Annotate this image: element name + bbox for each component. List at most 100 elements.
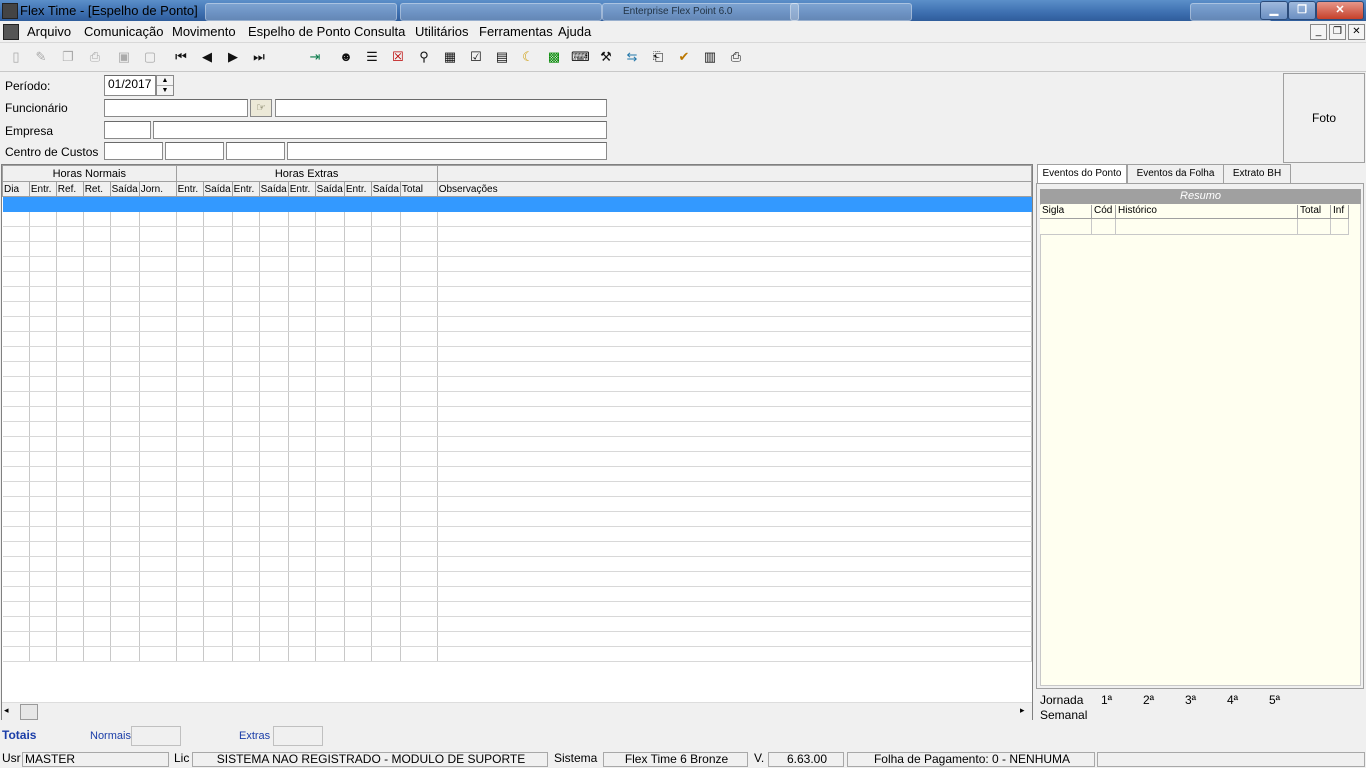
table-cell[interactable] [344, 541, 372, 557]
table-cell[interactable] [29, 646, 57, 662]
table-cell[interactable] [315, 316, 345, 332]
table-cell[interactable] [288, 421, 316, 437]
table-cell[interactable] [259, 451, 289, 467]
table-cell[interactable] [110, 601, 140, 617]
table-cell[interactable] [344, 451, 372, 467]
table-cell[interactable] [110, 376, 140, 392]
table-cell[interactable] [400, 376, 438, 392]
table-row[interactable] [2, 586, 1032, 602]
table-cell[interactable] [83, 556, 111, 572]
table-cell[interactable] [400, 406, 438, 422]
table-cell[interactable] [371, 346, 401, 362]
table-cell[interactable] [139, 286, 177, 302]
table-cell[interactable] [288, 616, 316, 632]
table-cell[interactable] [288, 331, 316, 347]
table-cell[interactable] [2, 301, 30, 317]
table-cell[interactable] [139, 346, 177, 362]
table-cell[interactable] [203, 436, 233, 452]
mdi-restore-button[interactable]: ❐ [1329, 24, 1346, 40]
table-cell[interactable] [437, 436, 1032, 452]
table-cell[interactable] [315, 466, 345, 482]
table-cell[interactable] [288, 271, 316, 287]
table-cell[interactable] [29, 256, 57, 272]
table-cell[interactable] [400, 481, 438, 497]
table-cell[interactable] [176, 256, 204, 272]
table-cell[interactable] [344, 586, 372, 602]
table-cell[interactable] [288, 601, 316, 617]
table-row[interactable] [2, 226, 1032, 242]
calculator-icon[interactable]: ▥ [701, 48, 719, 66]
table-cell[interactable] [400, 271, 438, 287]
table-cell[interactable] [56, 601, 84, 617]
table-cell[interactable] [203, 481, 233, 497]
table-cell[interactable] [400, 601, 438, 617]
table-cell[interactable] [176, 421, 204, 437]
table-cell[interactable] [83, 241, 111, 257]
scroll-left-icon[interactable]: ◂ [4, 705, 9, 716]
column-header[interactable]: Entr. [287, 181, 316, 197]
table-cell[interactable] [232, 526, 260, 542]
table-cell[interactable] [288, 556, 316, 572]
table-cell[interactable] [437, 406, 1032, 422]
table-cell[interactable] [83, 466, 111, 482]
table-cell[interactable] [288, 571, 316, 587]
table-cell[interactable] [176, 301, 204, 317]
table-cell[interactable] [176, 496, 204, 512]
table-cell[interactable] [315, 271, 345, 287]
table-cell[interactable] [2, 241, 30, 257]
table-cell[interactable] [176, 361, 204, 377]
table-cell[interactable] [203, 331, 233, 347]
table-cell[interactable] [400, 421, 438, 437]
table-cell[interactable] [110, 616, 140, 632]
table-cell[interactable] [56, 526, 84, 542]
table-cell[interactable] [2, 646, 30, 662]
table-row[interactable] [2, 481, 1032, 497]
table-cell[interactable] [288, 286, 316, 302]
table-cell[interactable] [437, 556, 1032, 572]
table-cell[interactable] [110, 271, 140, 287]
menu-arquivo[interactable]: Arquivo [27, 24, 71, 39]
centro-input-2[interactable] [165, 142, 224, 160]
table-cell[interactable] [315, 526, 345, 542]
table-cell[interactable] [56, 646, 84, 662]
column-header[interactable]: Total [399, 181, 438, 197]
table-cell[interactable] [139, 271, 177, 287]
table-cell[interactable] [29, 376, 57, 392]
table-cell[interactable] [203, 541, 233, 557]
empresa-name-input[interactable] [153, 121, 607, 139]
table-cell[interactable] [437, 451, 1032, 467]
table-cell[interactable] [232, 271, 260, 287]
table-cell[interactable] [437, 466, 1032, 482]
table-cell[interactable] [400, 451, 438, 467]
table-cell[interactable] [344, 361, 372, 377]
table-cell[interactable] [400, 286, 438, 302]
table-cell[interactable] [139, 601, 177, 617]
table-cell[interactable] [110, 466, 140, 482]
table-row[interactable] [2, 346, 1032, 362]
table-cell[interactable] [29, 586, 57, 602]
table-cell[interactable] [400, 466, 438, 482]
table-cell[interactable] [232, 496, 260, 512]
table-cell[interactable] [29, 556, 57, 572]
table-cell[interactable] [139, 316, 177, 332]
table-cell[interactable] [203, 256, 233, 272]
table-cell[interactable] [344, 211, 372, 227]
table-cell[interactable] [56, 586, 84, 602]
table-cell[interactable] [176, 376, 204, 392]
scroll-thumb[interactable] [20, 704, 38, 720]
table-cell[interactable] [176, 571, 204, 587]
table-cell[interactable] [232, 301, 260, 317]
table-cell[interactable] [344, 436, 372, 452]
table-cell[interactable] [232, 436, 260, 452]
table-cell[interactable] [2, 346, 30, 362]
table-cell[interactable] [259, 541, 289, 557]
table-cell[interactable] [400, 511, 438, 527]
horizontal-scrollbar[interactable]: ◂ ▸ [2, 702, 1032, 720]
table-cell[interactable] [83, 376, 111, 392]
table-cell[interactable] [110, 436, 140, 452]
table-cell[interactable] [176, 436, 204, 452]
table-cell[interactable] [29, 406, 57, 422]
table-row[interactable] [2, 556, 1032, 572]
menu-utilitarios[interactable]: Utilitários [415, 24, 468, 39]
table-cell[interactable] [259, 196, 289, 212]
